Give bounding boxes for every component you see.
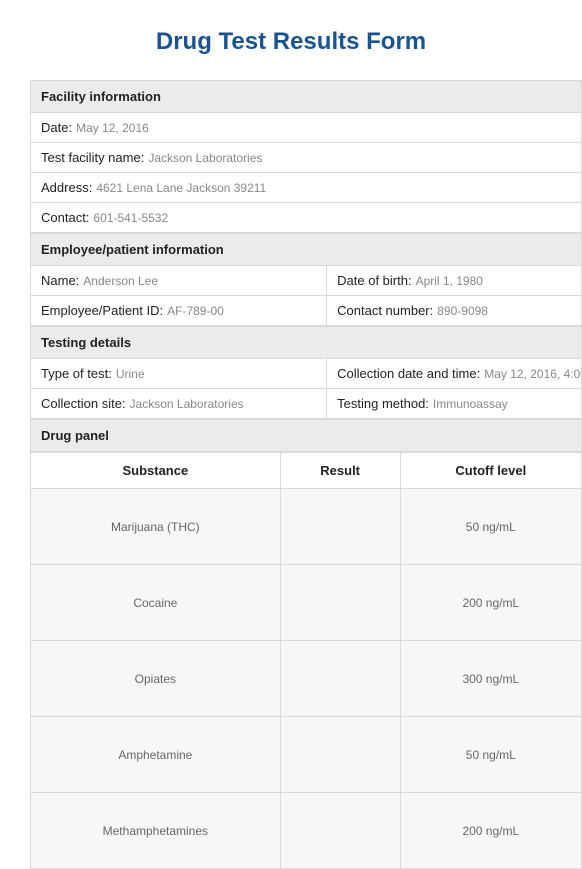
facility-address-label: Address: (41, 180, 92, 195)
cell-result (280, 565, 400, 641)
patient-contact-label: Contact number: (337, 303, 433, 318)
facility-name-value: Jackson Laboratories (148, 151, 262, 165)
patient-contact-value: 890-9098 (437, 304, 488, 318)
testing-collection-dt-cell: Collection date and time: May 12, 2016, … (326, 359, 581, 388)
facility-address-value: 4621 Lena Lane Jackson 39211 (96, 181, 266, 195)
table-row: Amphetamine 50 ng/mL (31, 717, 582, 793)
testing-site-label: Collection site: (41, 396, 126, 411)
patient-contact-cell: Contact number: 890-9098 (326, 296, 581, 325)
testing-type-label: Type of test: (41, 366, 112, 381)
form-container: Facility information Date: May 12, 2016 … (0, 80, 582, 869)
facility-contact-label: Contact: (41, 210, 89, 225)
facility-address-row: Address: 4621 Lena Lane Jackson 39211 (30, 173, 582, 203)
cell-cutoff: 300 ng/mL (400, 641, 581, 717)
drug-panel-table: Substance Result Cutoff level Marijuana … (30, 452, 582, 869)
patient-id-cell: Employee/Patient ID: AF-789-00 (31, 296, 326, 325)
cell-substance: Cocaine (31, 565, 281, 641)
panel-heading: Drug panel (30, 419, 582, 452)
testing-type-value: Urine (116, 367, 145, 381)
patient-dob-value: April 1, 1980 (416, 274, 483, 288)
cell-cutoff: 200 ng/mL (400, 565, 581, 641)
facility-name-label: Test facility name: (41, 150, 144, 165)
col-result: Result (280, 453, 400, 489)
facility-date-cell: Date: May 12, 2016 (31, 113, 581, 142)
facility-contact-cell: Contact: 601-541-5532 (31, 203, 581, 232)
facility-address-cell: Address: 4621 Lena Lane Jackson 39211 (31, 173, 581, 202)
facility-date-label: Date: (41, 120, 72, 135)
page-title: Drug Test Results Form (0, 0, 582, 80)
table-row: Methamphetamines 200 ng/mL (31, 793, 582, 869)
patient-row-2: Employee/Patient ID: AF-789-00 Contact n… (30, 296, 582, 326)
testing-method-label: Testing method: (337, 396, 429, 411)
testing-row-2: Collection site: Jackson Laboratories Te… (30, 389, 582, 419)
cell-result (280, 641, 400, 717)
facility-date-value: May 12, 2016 (76, 121, 149, 135)
table-row: Cocaine 200 ng/mL (31, 565, 582, 641)
cell-cutoff: 200 ng/mL (400, 793, 581, 869)
cell-substance: Methamphetamines (31, 793, 281, 869)
cell-substance: Opiates (31, 641, 281, 717)
testing-type-cell: Type of test: Urine (31, 359, 326, 388)
facility-contact-row: Contact: 601-541-5532 (30, 203, 582, 233)
testing-site-cell: Collection site: Jackson Laboratories (31, 389, 326, 418)
cell-result (280, 717, 400, 793)
testing-method-cell: Testing method: Immunoassay (326, 389, 581, 418)
testing-collection-dt-label: Collection date and time: (337, 366, 480, 381)
cell-substance: Amphetamine (31, 717, 281, 793)
cell-cutoff: 50 ng/mL (400, 489, 581, 565)
testing-row-1: Type of test: Urine Collection date and … (30, 359, 582, 389)
testing-method-value: Immunoassay (433, 397, 508, 411)
testing-heading: Testing details (30, 326, 582, 359)
patient-dob-cell: Date of birth: April 1, 1980 (326, 266, 581, 295)
patient-name-label: Name: (41, 273, 79, 288)
testing-site-value: Jackson Laboratories (130, 397, 244, 411)
facility-heading: Facility information (30, 80, 582, 113)
facility-contact-value: 601-541-5532 (93, 211, 168, 225)
patient-id-label: Employee/Patient ID: (41, 303, 163, 318)
table-header-row: Substance Result Cutoff level (31, 453, 582, 489)
table-row: Marijuana (THC) 50 ng/mL (31, 489, 582, 565)
col-cutoff: Cutoff level (400, 453, 581, 489)
facility-name-row: Test facility name: Jackson Laboratories (30, 143, 582, 173)
patient-heading: Employee/patient information (30, 233, 582, 266)
patient-row-1: Name: Anderson Lee Date of birth: April … (30, 266, 582, 296)
patient-dob-label: Date of birth: (337, 273, 411, 288)
facility-name-cell: Test facility name: Jackson Laboratories (31, 143, 581, 172)
cell-result (280, 489, 400, 565)
testing-collection-dt-value: May 12, 2016, 4:00 PM (484, 367, 581, 381)
cell-result (280, 793, 400, 869)
cell-cutoff: 50 ng/mL (400, 717, 581, 793)
table-row: Opiates 300 ng/mL (31, 641, 582, 717)
col-substance: Substance (31, 453, 281, 489)
patient-name-value: Anderson Lee (83, 274, 158, 288)
facility-date-row: Date: May 12, 2016 (30, 113, 582, 143)
patient-name-cell: Name: Anderson Lee (31, 266, 326, 295)
cell-substance: Marijuana (THC) (31, 489, 281, 565)
patient-id-value: AF-789-00 (167, 304, 224, 318)
